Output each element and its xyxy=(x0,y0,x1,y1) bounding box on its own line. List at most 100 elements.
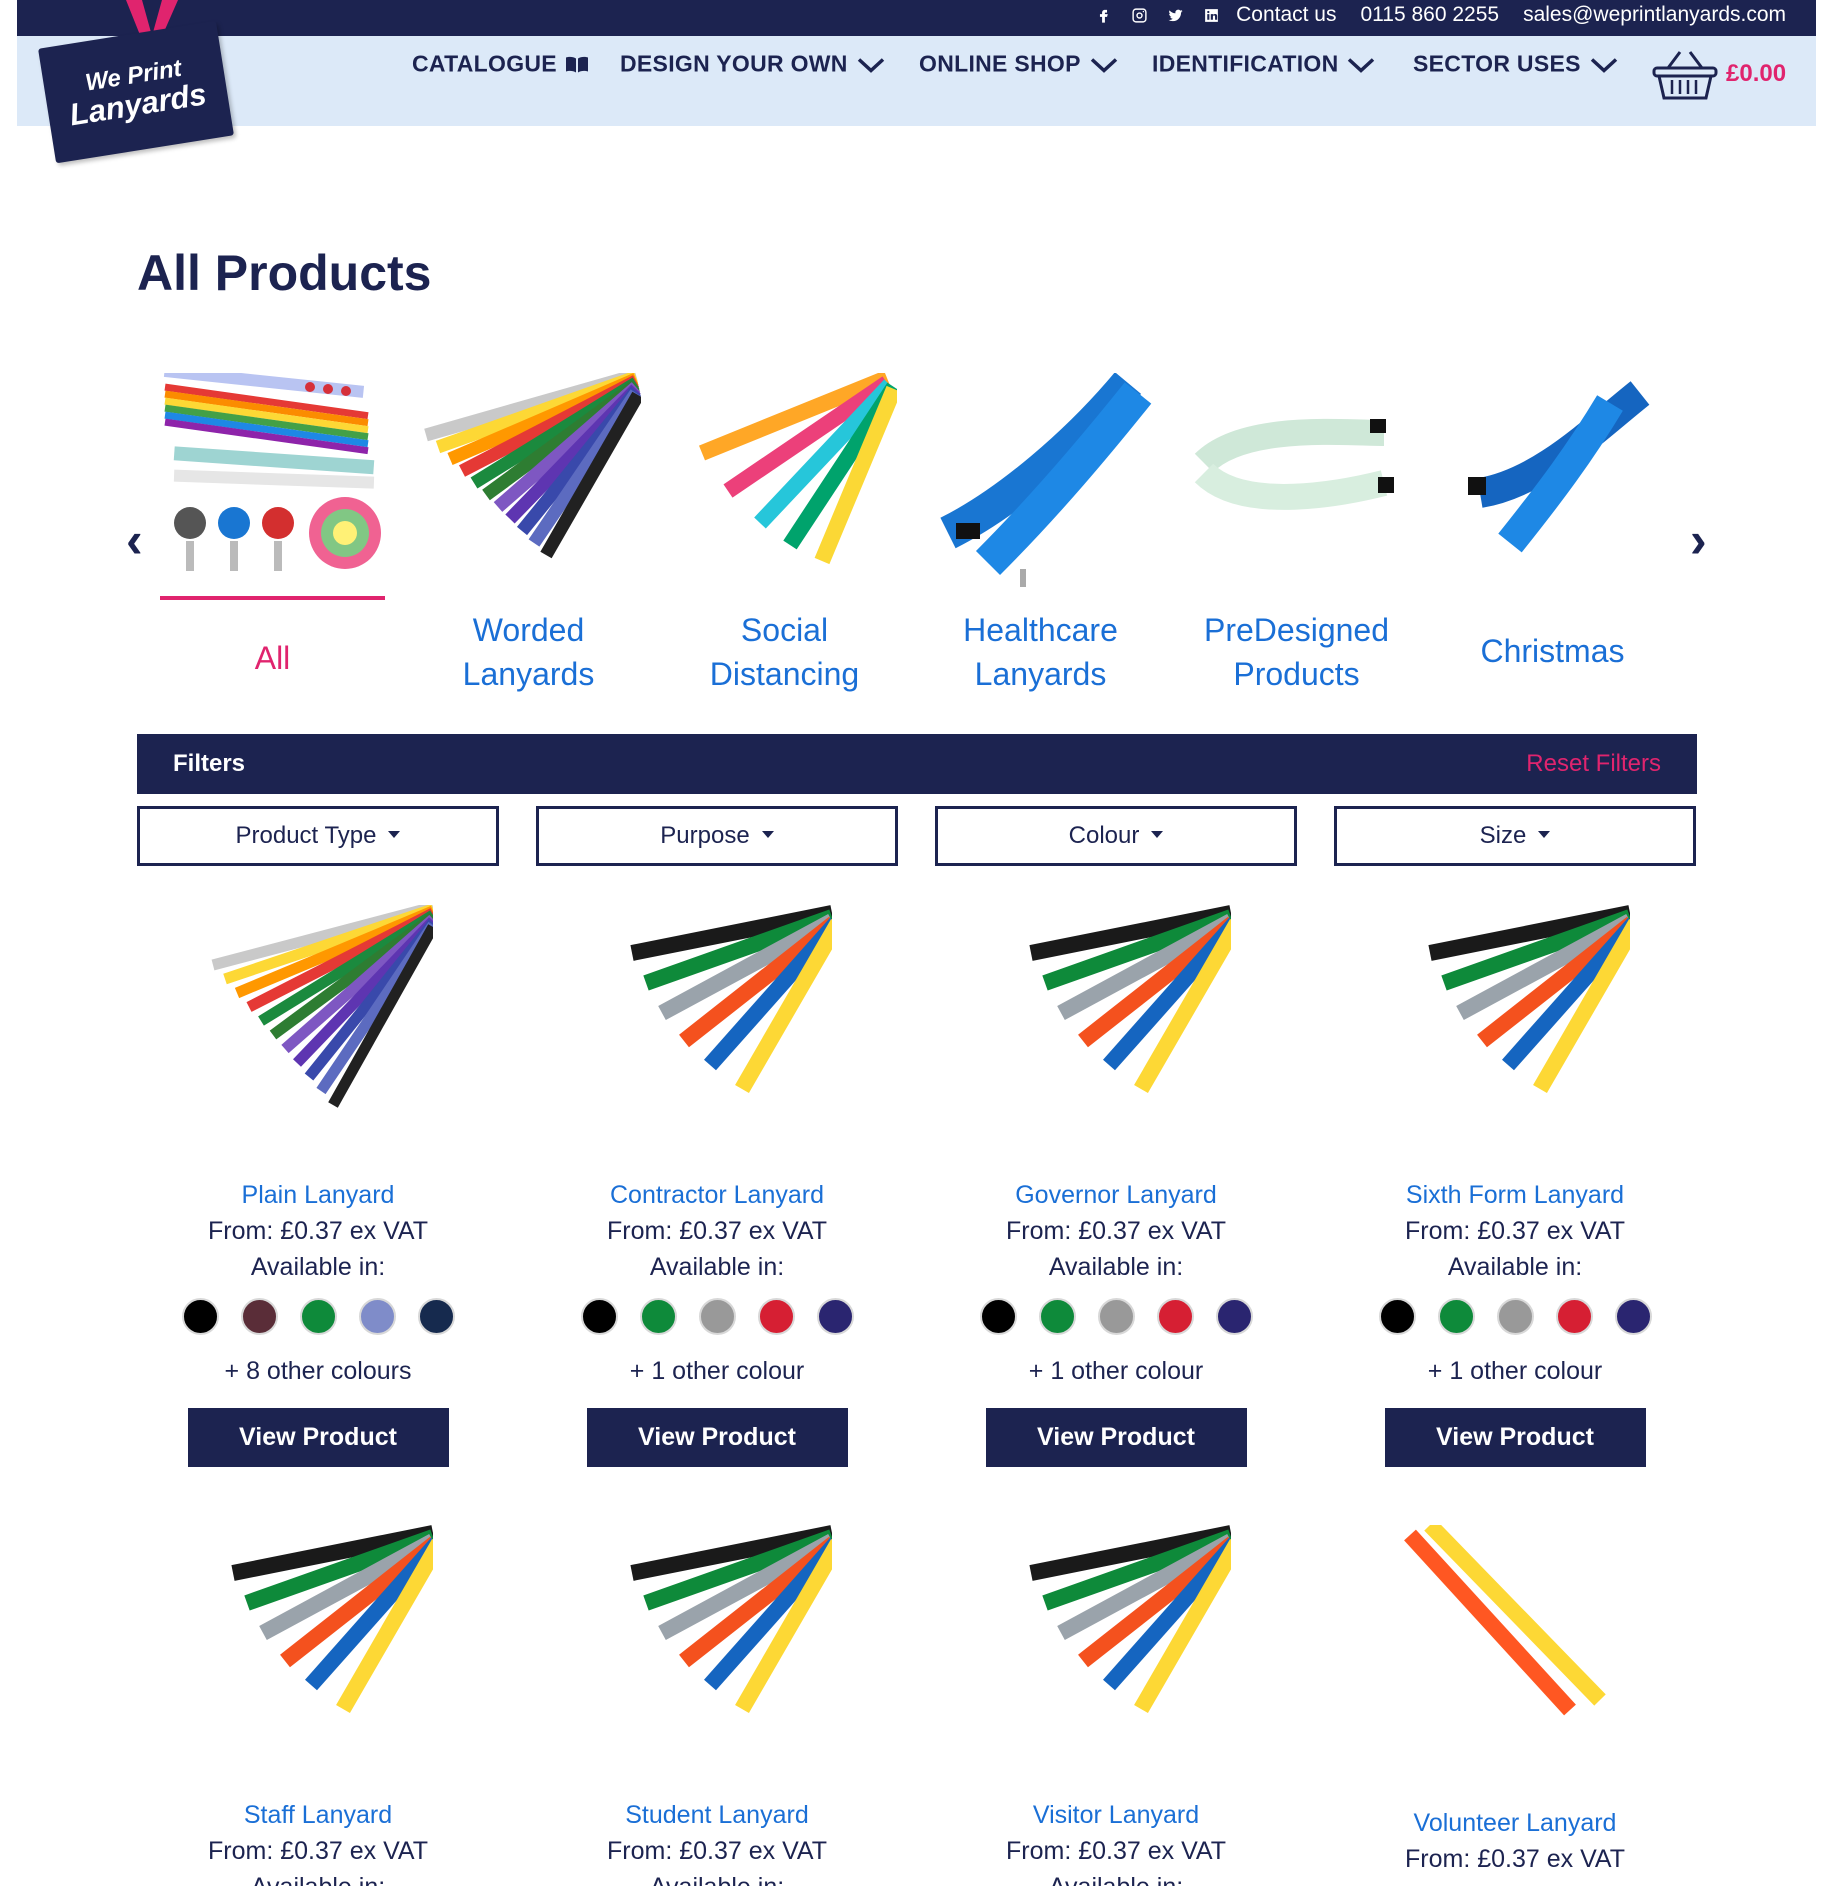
purpose-dropdown[interactable]: Purpose xyxy=(536,806,898,866)
view-product-button[interactable]: View Product xyxy=(187,1408,449,1467)
colour-swatch[interactable] xyxy=(816,1298,854,1335)
carousel-next-button[interactable]: › xyxy=(1690,515,1707,565)
colour-dropdown[interactable]: Colour xyxy=(935,806,1297,866)
colour-swatch[interactable] xyxy=(1437,1298,1475,1335)
category-predesigned-products[interactable]: PreDesigned Products xyxy=(1184,373,1409,696)
nav-sector-label: SECTOR USES xyxy=(1413,50,1581,77)
category-worded-image xyxy=(424,368,644,559)
nav-online-shop[interactable]: ONLINE SHOP xyxy=(919,51,1119,78)
caret-down-icon xyxy=(388,830,401,838)
product-image[interactable] xyxy=(1001,1525,1231,1755)
nav-sector-uses[interactable]: SECTOR USES xyxy=(1413,51,1619,78)
category-social-image xyxy=(698,370,902,565)
colour-swatches xyxy=(935,1298,1297,1336)
view-product-button[interactable]: View Product xyxy=(586,1408,848,1467)
product-card-sixth-form: Sixth Form Lanyard From: £0.37 ex VAT Av… xyxy=(1334,905,1696,1467)
colour-swatch[interactable] xyxy=(240,1298,278,1335)
nav-design-your-own[interactable]: DESIGN YOUR OWN xyxy=(620,51,886,78)
view-product-button[interactable]: View Product xyxy=(1384,1408,1646,1467)
colour-swatch[interactable] xyxy=(358,1298,396,1335)
colour-swatch[interactable] xyxy=(1156,1298,1194,1335)
contact-us-link[interactable]: Contact us xyxy=(1236,3,1336,27)
product-name[interactable]: Visitor Lanyard xyxy=(935,1797,1297,1833)
colour-swatch[interactable] xyxy=(639,1298,677,1335)
product-card-contractor: Contractor Lanyard From: £0.37 ex VAT Av… xyxy=(536,905,898,1467)
product-name[interactable]: Student Lanyard xyxy=(536,1797,898,1833)
colour-swatch[interactable] xyxy=(1496,1298,1534,1335)
product-name[interactable]: Staff Lanyard xyxy=(137,1797,499,1833)
size-dropdown[interactable]: Size xyxy=(1334,806,1696,866)
product-image[interactable] xyxy=(1400,1525,1630,1755)
product-card-student: Student Lanyard From: £0.37 ex VAT Avail… xyxy=(536,1525,898,1886)
product-name[interactable]: Contractor Lanyard xyxy=(536,1177,898,1213)
category-label-line: Worded xyxy=(472,612,585,648)
cart-total: £0.00 xyxy=(1726,60,1787,87)
available-in-label: Available in: xyxy=(250,1253,386,1281)
colour-swatch[interactable] xyxy=(757,1298,795,1335)
colour-swatch[interactable] xyxy=(1555,1298,1593,1335)
product-image[interactable] xyxy=(602,905,832,1135)
caret-down-icon xyxy=(1538,830,1551,838)
product-price: From: £0.37 ex VAT xyxy=(1405,1845,1625,1873)
colour-swatch[interactable] xyxy=(1038,1298,1076,1335)
view-product-button[interactable]: View Product xyxy=(985,1408,1247,1467)
product-name[interactable]: Plain Lanyard xyxy=(137,1177,499,1213)
filters-title: Filters xyxy=(173,750,246,777)
facebook-icon[interactable] xyxy=(1092,4,1114,26)
category-label-line: Lanyards xyxy=(974,656,1107,692)
product-name[interactable]: Governor Lanyard xyxy=(935,1177,1297,1213)
nav-design-label: DESIGN YOUR OWN xyxy=(620,50,848,77)
category-christmas[interactable]: Christmas xyxy=(1440,373,1665,673)
twitter-icon[interactable] xyxy=(1164,4,1186,26)
instagram-icon[interactable] xyxy=(1128,4,1150,26)
colour-swatch[interactable] xyxy=(299,1298,337,1335)
active-category-underline xyxy=(160,596,385,600)
colour-swatch[interactable] xyxy=(979,1298,1017,1335)
basket-icon xyxy=(1652,51,1718,100)
colour-swatch[interactable] xyxy=(698,1298,736,1335)
product-price: From: £0.37 ex VAT xyxy=(1405,1217,1625,1245)
dropdown-label: Purpose xyxy=(660,822,750,849)
category-worded-lanyards[interactable]: Worded Lanyards xyxy=(416,368,644,696)
product-image[interactable] xyxy=(203,1525,433,1755)
product-image[interactable] xyxy=(1001,905,1231,1135)
caret-down-icon xyxy=(761,830,774,838)
product-price: From: £0.37 ex VAT xyxy=(607,1217,827,1245)
chevron-down-icon xyxy=(1590,57,1617,73)
category-label-line: Distancing xyxy=(709,656,860,692)
colour-swatches xyxy=(536,1298,898,1336)
product-type-dropdown[interactable]: Product Type xyxy=(137,806,499,866)
colour-swatch[interactable] xyxy=(181,1298,219,1335)
product-image[interactable] xyxy=(602,1525,832,1755)
product-image[interactable] xyxy=(1400,905,1630,1135)
nav-identification[interactable]: IDENTIFICATION xyxy=(1152,51,1376,78)
reset-filters-link[interactable]: Reset Filters xyxy=(1526,750,1661,778)
colour-swatch[interactable] xyxy=(1097,1298,1135,1335)
colour-swatch[interactable] xyxy=(1614,1298,1652,1335)
colour-swatch[interactable] xyxy=(580,1298,618,1335)
linkedin-icon[interactable] xyxy=(1200,4,1222,26)
colour-swatch[interactable] xyxy=(1378,1298,1416,1335)
nav-catalogue[interactable]: CATALOGUE xyxy=(412,51,589,78)
site-logo[interactable]: We Print Lanyards xyxy=(38,0,236,164)
category-christmas-image xyxy=(1468,381,1650,553)
category-all[interactable]: All xyxy=(160,364,385,680)
product-card-volunteer: Volunteer Lanyard From: £0.37 ex VAT xyxy=(1334,1525,1696,1877)
cart-button[interactable]: £0.00 xyxy=(1650,46,1786,102)
category-social-distancing[interactable]: Social Distancing xyxy=(672,370,902,696)
product-name[interactable]: Volunteer Lanyard xyxy=(1334,1805,1696,1841)
colour-swatch[interactable] xyxy=(417,1298,455,1335)
carousel-prev-button[interactable]: ‹ xyxy=(126,515,143,565)
email-link[interactable]: sales@weprintlanyards.com xyxy=(1523,3,1786,27)
category-label: PreDesigned Products xyxy=(1184,608,1409,696)
product-card-visitor: Visitor Lanyard From: £0.37 ex VAT Avail… xyxy=(935,1525,1297,1886)
available-in-label: Available in: xyxy=(137,1869,499,1886)
category-healthcare-lanyards[interactable]: Healthcare Lanyards xyxy=(928,372,1153,696)
product-name[interactable]: Sixth Form Lanyard xyxy=(1334,1177,1696,1213)
caret-down-icon xyxy=(1151,830,1164,838)
product-image[interactable] xyxy=(203,905,433,1135)
colour-swatch[interactable] xyxy=(1215,1298,1253,1335)
category-all-image xyxy=(163,364,381,571)
contact-strip: Contact us 0115 860 2255 sales@weprintla… xyxy=(1092,0,1786,30)
phone-number[interactable]: 0115 860 2255 xyxy=(1360,3,1499,27)
